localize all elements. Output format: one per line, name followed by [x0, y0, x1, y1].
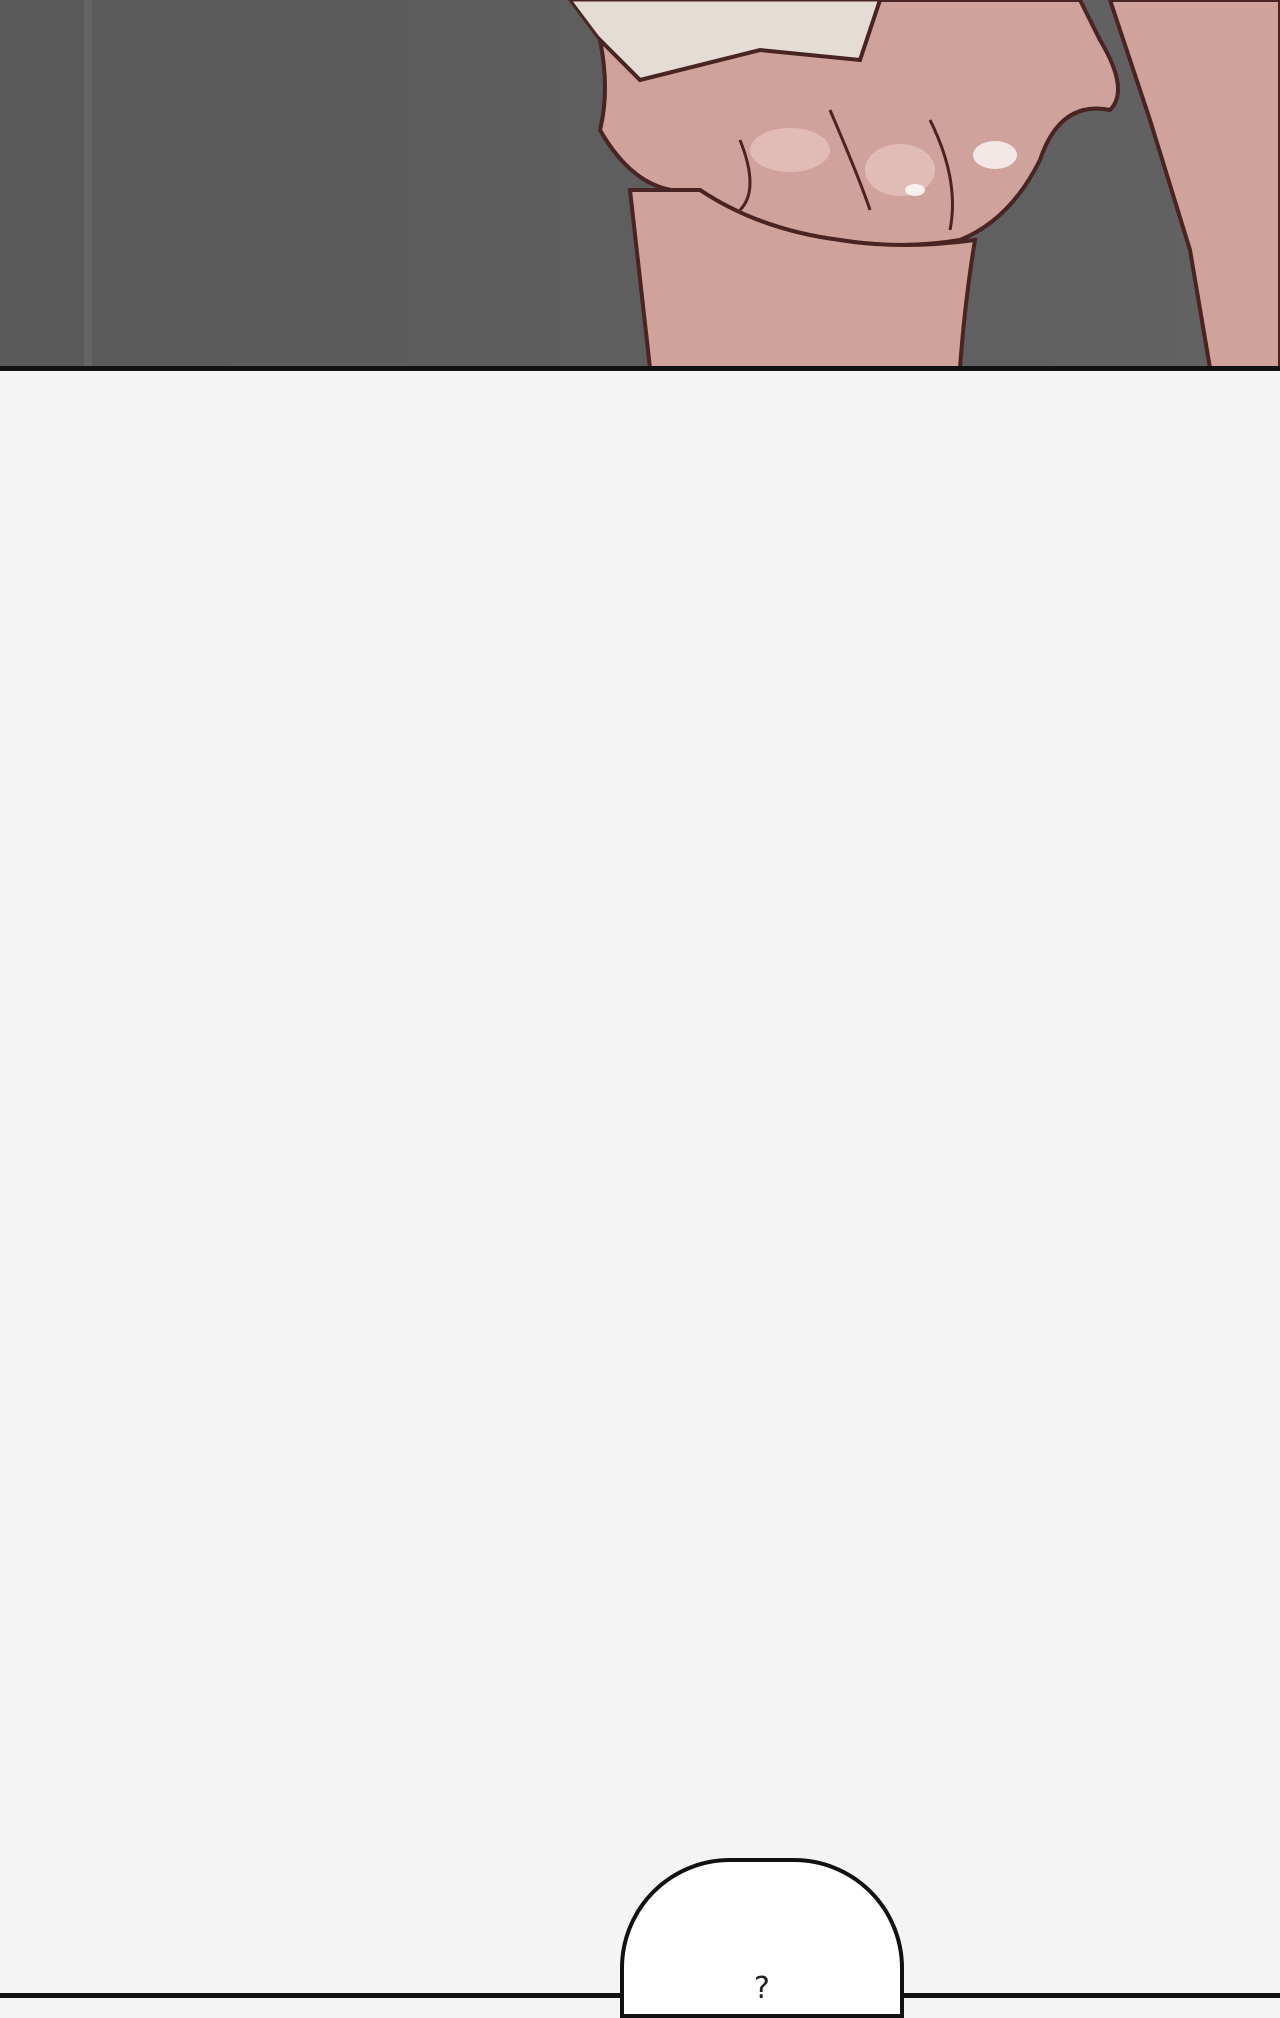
speech-bubble-text: ?	[754, 1971, 770, 2006]
hand-icon	[0, 0, 1280, 368]
illustrated-panel	[0, 0, 1280, 368]
speech-bubble: ?	[620, 1858, 904, 2018]
blank-panel	[0, 371, 1280, 1996]
comic-strip: ?	[0, 0, 1280, 2018]
